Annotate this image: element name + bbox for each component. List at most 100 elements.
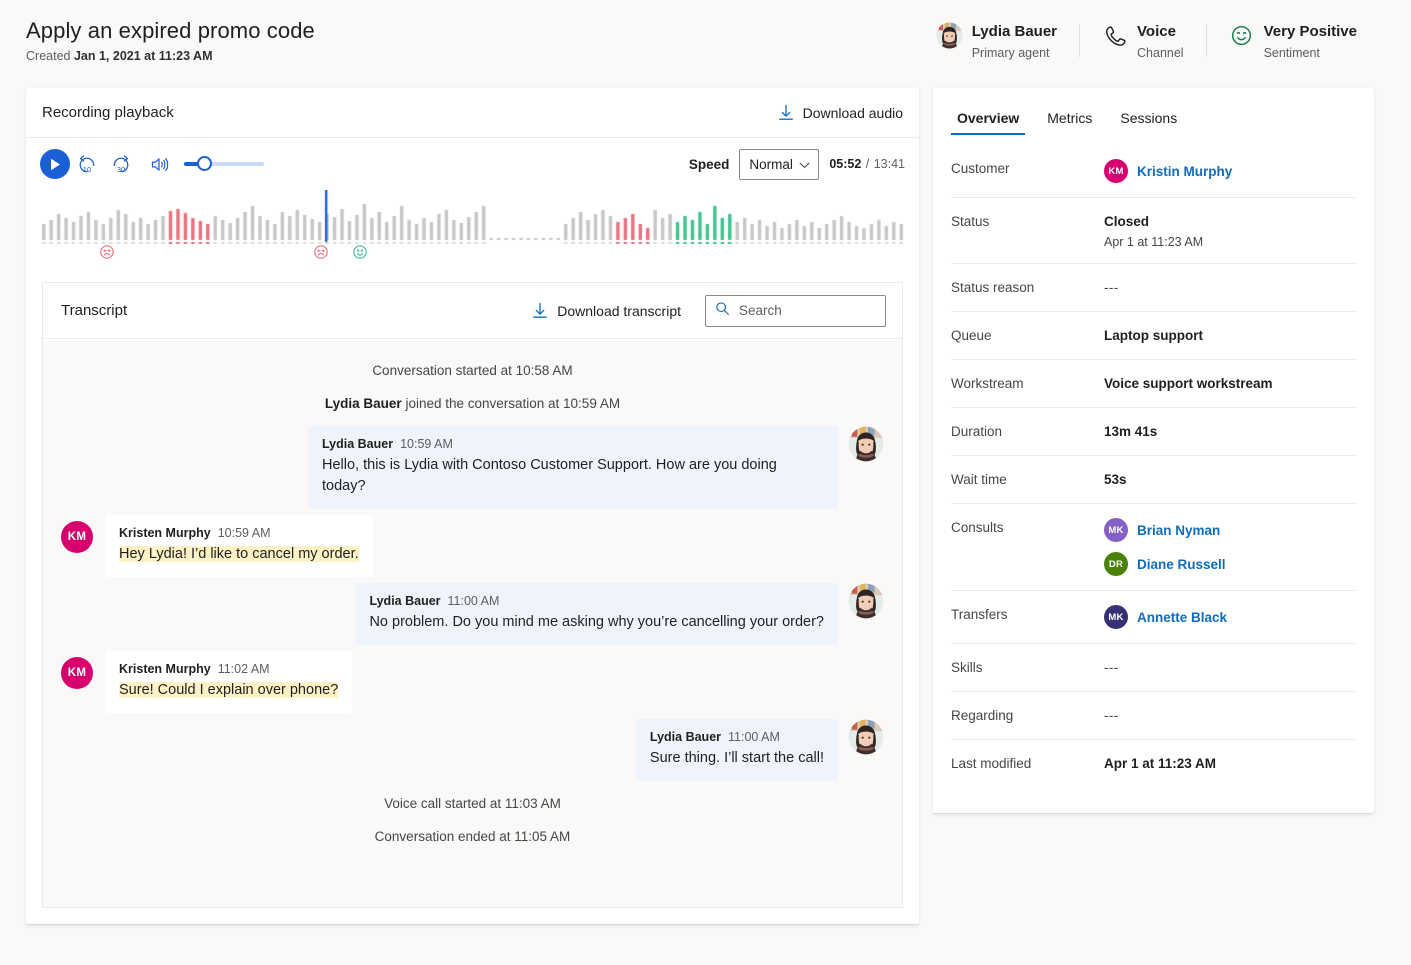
download-audio-button[interactable]: Download audio <box>778 104 903 121</box>
waveform[interactable] <box>26 190 919 268</box>
sentiment-negative-icon[interactable] <box>313 244 329 260</box>
transcript-join-text: joined the conversation at 10:59 AM <box>402 396 620 411</box>
title-block: Apply an expired promo code Created Jan … <box>26 18 315 63</box>
message-body: No problem. Do you mind me asking why yo… <box>369 614 824 630</box>
detail-value: --- <box>1104 706 1119 725</box>
transcript-card: Transcript Download transcript <box>42 282 903 908</box>
detail-value: 53s <box>1104 470 1127 489</box>
detail-key: Last modified <box>951 754 1104 773</box>
detail-value-text: Laptop support <box>1104 326 1203 345</box>
detail-value-text: --- <box>1104 658 1119 677</box>
page-header: Apply an expired promo code Created Jan … <box>0 0 1411 82</box>
detail-value: 13m 41s <box>1104 422 1157 441</box>
transcript-message: KM Kristen Murphy10:59 AM Hey Lydia! I’d… <box>61 515 884 577</box>
detail-key: Skills <box>951 658 1104 677</box>
tab-metrics[interactable]: Metrics <box>1041 102 1098 135</box>
header-agent-text: Lydia Bauer Primary agent <box>972 22 1057 61</box>
detail-key: Regarding <box>951 706 1104 725</box>
detail-key: Customer <box>951 159 1104 178</box>
header-sentiment-label: Sentiment <box>1264 45 1357 61</box>
transcript-join-name: Lydia Bauer <box>325 396 402 411</box>
header-agent-name: Lydia Bauer <box>972 22 1057 41</box>
message-body: Hello, this is Lydia with Contoso Custom… <box>322 457 777 494</box>
person-name[interactable]: Diane Russell <box>1137 557 1226 572</box>
playback-time: 05:52 / 13:41 <box>829 155 905 173</box>
sentiment-positive-icon[interactable] <box>352 244 368 260</box>
speed-select[interactable]: Normal <box>739 149 819 180</box>
sentiment-markers <box>40 244 905 264</box>
message-text: Hello, this is Lydia with Contoso Custom… <box>322 455 824 497</box>
message-body: Sure thing. I’ll start the call! <box>650 750 824 766</box>
transcript-join-line: Lydia Bauer joined the conversation at 1… <box>61 387 884 420</box>
transcript-message: Lydia Bauer 11:00 AM No problem. Do you m… <box>61 583 884 645</box>
download-transcript-button[interactable]: Download transcript <box>532 302 681 319</box>
forward-30-button[interactable]: 30 <box>104 149 138 179</box>
detail-value: --- <box>1104 658 1119 677</box>
header-primary-agent: Lydia Bauer Primary agent <box>914 22 1079 61</box>
search-input[interactable] <box>739 303 876 318</box>
play-button[interactable] <box>40 149 70 179</box>
detail-key: Duration <box>951 422 1104 441</box>
person-link[interactable]: MK Annette Black <box>1104 605 1227 629</box>
person-link[interactable]: DRDiane Russell <box>1104 552 1226 576</box>
message-time: 10:59 AM <box>218 526 271 540</box>
header-channel: Voice Channel <box>1079 22 1206 61</box>
avatar <box>848 719 884 760</box>
message-highlight: Hey Lydia! I’d like to cancel my order. <box>119 546 359 562</box>
message-text: Sure thing. I’ll start the call! <box>650 748 824 769</box>
details-panel: Overview Metrics Sessions CustomerKM Kristi… <box>933 88 1374 813</box>
detail-row: Duration13m 41s <box>951 408 1356 456</box>
volume-slider-knob[interactable] <box>197 156 212 171</box>
person-name[interactable]: Kristin Murphy <box>1137 164 1232 179</box>
message-author: Lydia Bauer <box>369 594 440 608</box>
detail-key: Queue <box>951 326 1104 345</box>
created-value: Jan 1, 2021 at 11:23 AM <box>74 49 213 63</box>
message-text: Sure! Could I explain over phone? <box>119 680 338 701</box>
rewind-10-button[interactable]: 10 <box>70 149 104 179</box>
message-meta: Lydia Bauer11:00 AM <box>650 729 824 745</box>
message-highlight: Sure! Could I explain over phone? <box>119 682 338 698</box>
detail-row: Regarding--- <box>951 692 1356 740</box>
transcript-search[interactable] <box>705 295 886 327</box>
avatar: MK <box>1104 605 1128 629</box>
playback-controls: 10 30 Speed Normal <box>26 138 919 190</box>
tab-sessions[interactable]: Sessions <box>1114 102 1183 135</box>
detail-row: Last modifiedApr 1 at 11:23 AM <box>951 740 1356 788</box>
svg-text:10: 10 <box>83 165 92 174</box>
tab-overview[interactable]: Overview <box>951 102 1025 135</box>
time-separator: / <box>866 157 869 171</box>
person-name[interactable]: Brian Nyman <box>1137 523 1220 538</box>
message-author: Lydia Bauer <box>322 437 393 451</box>
total-time: 13:41 <box>874 157 905 171</box>
header-sentiment-text: Very Positive Sentiment <box>1264 22 1357 61</box>
detail-row: Skills--- <box>951 644 1356 692</box>
message-bubble: Lydia Bauer10:59 AM Hello, this is Lydia… <box>308 426 838 509</box>
message-text: Hey Lydia! I’d like to cancel my order. <box>119 544 359 565</box>
detail-key: Status reason <box>951 278 1104 297</box>
detail-row: StatusClosedApr 1 at 11:23 AM <box>951 198 1356 264</box>
phone-icon <box>1101 22 1128 49</box>
detail-value-text: Apr 1 at 11:23 AM <box>1104 754 1216 773</box>
detail-value: --- <box>1104 278 1119 297</box>
volume-icon[interactable] <box>142 149 176 179</box>
waveform-canvas[interactable] <box>40 190 905 244</box>
avatar: MK <box>1104 518 1128 542</box>
created-label: Created <box>26 49 70 63</box>
person-link[interactable]: KM Kristin Murphy <box>1104 159 1232 183</box>
message-meta: Lydia Bauer10:59 AM <box>322 436 824 452</box>
detail-row: QueueLaptop support <box>951 312 1356 360</box>
avatar <box>848 583 884 624</box>
message-author: Kristen Murphy <box>119 662 211 676</box>
recording-playback-card: Recording playback Download audio 10 <box>26 88 919 924</box>
avatar: KM <box>1104 159 1128 183</box>
sentiment-negative-icon[interactable] <box>99 244 115 260</box>
person-link[interactable]: MK Brian Nyman <box>1104 518 1226 542</box>
created-meta: Created Jan 1, 2021 at 11:23 AM <box>26 49 315 63</box>
transcript-message: Lydia Bauer11:00 AM Sure thing. I’ll sta… <box>61 719 884 781</box>
transcript-message: Lydia Bauer10:59 AM Hello, this is Lydia… <box>61 426 884 509</box>
volume-slider[interactable] <box>184 162 264 166</box>
message-bubble: Lydia Bauer11:00 AM Sure thing. I’ll sta… <box>636 719 838 781</box>
transcript-title: Transcript <box>61 302 127 319</box>
message-time: 11:00 AM <box>448 594 500 608</box>
person-name[interactable]: Annette Black <box>1137 610 1227 625</box>
